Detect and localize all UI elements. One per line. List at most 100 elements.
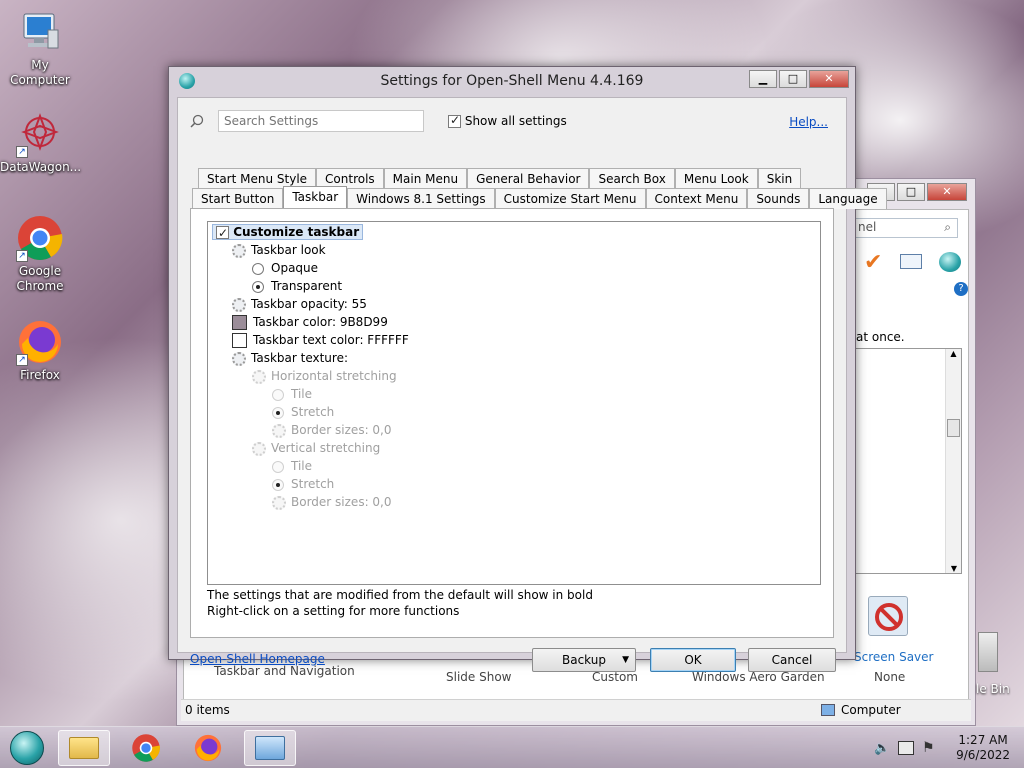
setting-label: Border sizes: 0,0	[291, 495, 392, 509]
tab-context-menu[interactable]: Context Menu	[645, 188, 748, 209]
settings-dialog[interactable]: Settings for Open-Shell Menu 4.4.169 ▁ □…	[168, 66, 887, 672]
desktop-icon-datawagon[interactable]: ↗ DataWagon...	[0, 110, 81, 175]
gear-icon	[272, 495, 286, 510]
horizontal-stretching-setting[interactable]: Horizontal stretching	[252, 367, 397, 385]
close-button[interactable]: ✕	[809, 70, 849, 88]
button-label: Backup	[562, 653, 606, 667]
close-button[interactable]: ✕	[927, 183, 967, 201]
tab-general-behavior[interactable]: General Behavior	[467, 168, 590, 189]
custom-label: Custom	[592, 670, 638, 684]
firefox-icon: ↗	[16, 318, 64, 366]
info-line: Right-click on a setting for more functi…	[207, 604, 460, 618]
color-swatch[interactable]	[232, 333, 247, 348]
option-label: Tile	[291, 459, 313, 473]
taskbar-chrome[interactable]	[120, 730, 172, 766]
network-icon[interactable]	[898, 741, 914, 755]
cancel-button[interactable]: Cancel	[748, 648, 836, 672]
tab-sounds[interactable]: Sounds	[747, 188, 810, 209]
screen-saver-icon[interactable]	[868, 596, 908, 636]
tab-customize-start-menu[interactable]: Customize Start Menu	[494, 188, 646, 209]
h-tile-option[interactable]: Tile	[272, 385, 312, 403]
opaque-option[interactable]: Opaque	[252, 259, 318, 277]
themes-list[interactable]: ▲ ▼	[854, 348, 962, 574]
taskbar-text-color-setting[interactable]: Taskbar text color: FFFFFF	[232, 331, 409, 349]
dialog-titlebar[interactable]: Settings for Open-Shell Menu 4.4.169 ▁ □…	[169, 67, 855, 95]
tab-taskbar[interactable]: Taskbar	[283, 186, 348, 209]
desktop-icon-firefox[interactable]: ↗ Firefox	[0, 318, 80, 383]
scrollbar[interactable]: ▲ ▼	[945, 349, 961, 573]
radio-on-icon[interactable]	[272, 478, 284, 491]
search-icon	[190, 114, 204, 128]
gear-icon	[232, 243, 246, 258]
taskbar-navigation-label[interactable]: Taskbar and Navigation	[214, 664, 355, 678]
h-border-sizes-setting[interactable]: Border sizes: 0,0	[272, 421, 392, 439]
taskbar-explorer[interactable]	[58, 730, 110, 766]
setting-label: Taskbar text color: FFFFFF	[253, 333, 409, 347]
help-icon[interactable]: ?	[954, 282, 968, 296]
checkmark-icon: ✔	[864, 250, 883, 275]
transparent-option[interactable]: Transparent	[252, 277, 342, 295]
settings-tree[interactable]: Customize taskbar Taskbar look Opaque Tr…	[207, 221, 821, 585]
radio-on-icon[interactable]	[272, 406, 284, 419]
homepage-link[interactable]: Open-Shell Homepage	[190, 652, 325, 666]
gear-icon	[252, 369, 266, 384]
setting-label: Taskbar opacity: 55	[251, 297, 367, 311]
setting-label: Horizontal stretching	[271, 369, 397, 383]
tab-windows-81-settings[interactable]: Windows 8.1 Settings	[347, 188, 495, 209]
taskbar-opacity-setting[interactable]: Taskbar opacity: 55	[232, 295, 367, 313]
ok-button[interactable]: OK	[650, 648, 736, 672]
option-label: Transparent	[271, 279, 343, 293]
control-panel-icon	[255, 736, 285, 760]
checkbox-checked-icon[interactable]	[216, 224, 229, 242]
radio-on-icon[interactable]	[252, 280, 264, 293]
tab-skin[interactable]: Skin	[757, 168, 802, 189]
help-link[interactable]: Help...	[789, 115, 828, 129]
screen-saver-link[interactable]: Screen Saver	[854, 650, 933, 664]
tab-start-button[interactable]: Start Button	[192, 188, 284, 209]
taskbar-look-setting[interactable]: Taskbar look	[232, 241, 326, 259]
radio-off-icon[interactable]	[272, 460, 284, 473]
customize-taskbar-setting[interactable]: Customize taskbar	[212, 223, 364, 242]
vertical-stretching-setting[interactable]: Vertical stretching	[252, 439, 380, 457]
desktop-icon-recycle-bin[interactable]: le Bin	[972, 632, 1024, 702]
radio-off-icon[interactable]	[252, 262, 264, 275]
desktop-icon-label: le Bin	[976, 682, 1010, 696]
desktop-icon-google-chrome[interactable]: ↗ Google Chrome	[0, 214, 80, 294]
speaker-muted-icon[interactable]: 🔈	[874, 741, 890, 756]
show-all-settings-checkbox[interactable]: Show all settings	[448, 113, 567, 128]
control-panel-search[interactable]: nel ⌕	[854, 218, 958, 238]
radio-off-icon[interactable]	[272, 388, 284, 401]
h-stretch-option[interactable]: Stretch	[272, 403, 334, 421]
v-stretch-option[interactable]: Stretch	[272, 475, 334, 493]
v-border-sizes-setting[interactable]: Border sizes: 0,0	[272, 493, 392, 511]
maximize-button[interactable]: □	[779, 70, 807, 88]
checkbox-checked-icon[interactable]	[448, 113, 461, 128]
search-input[interactable]	[218, 110, 424, 132]
system-clock[interactable]: 1:27 AM 9/6/2022	[956, 733, 1010, 763]
tab-search-box[interactable]: Search Box	[589, 168, 675, 189]
description-text: at once.	[856, 330, 905, 344]
taskbar-texture-setting[interactable]: Taskbar texture:	[232, 349, 348, 367]
tab-language[interactable]: Language	[809, 188, 887, 209]
start-button[interactable]	[2, 730, 52, 766]
maximize-button[interactable]: □	[897, 183, 925, 201]
action-center-flag-icon[interactable]: ⚑	[922, 740, 935, 756]
tab-row-2: Start Button Taskbar Windows 8.1 Setting…	[192, 186, 887, 209]
shell-icon[interactable]	[939, 252, 961, 272]
scroll-down-icon[interactable]: ▼	[946, 564, 962, 573]
taskbar-control-panel[interactable]	[244, 730, 296, 766]
scroll-thumb[interactable]	[947, 419, 960, 437]
computer-small-icon	[821, 704, 835, 716]
taskbar-firefox[interactable]	[182, 730, 234, 766]
tab-menu-look[interactable]: Menu Look	[674, 168, 758, 189]
desktop-icon-my-computer[interactable]: My Computer	[0, 8, 80, 88]
taskbar-color-setting[interactable]: Taskbar color: 9B8D99	[232, 313, 388, 331]
desktop-icon-label: My Computer	[10, 58, 70, 87]
color-swatch[interactable]	[232, 315, 247, 330]
scroll-up-icon[interactable]: ▲	[946, 349, 961, 358]
setting-label: Customize taskbar	[233, 225, 360, 239]
tab-main-menu[interactable]: Main Menu	[383, 168, 468, 189]
v-tile-option[interactable]: Tile	[272, 457, 312, 475]
minimize-button[interactable]: ▁	[749, 70, 777, 88]
backup-button[interactable]: Backup ▼	[532, 648, 636, 672]
